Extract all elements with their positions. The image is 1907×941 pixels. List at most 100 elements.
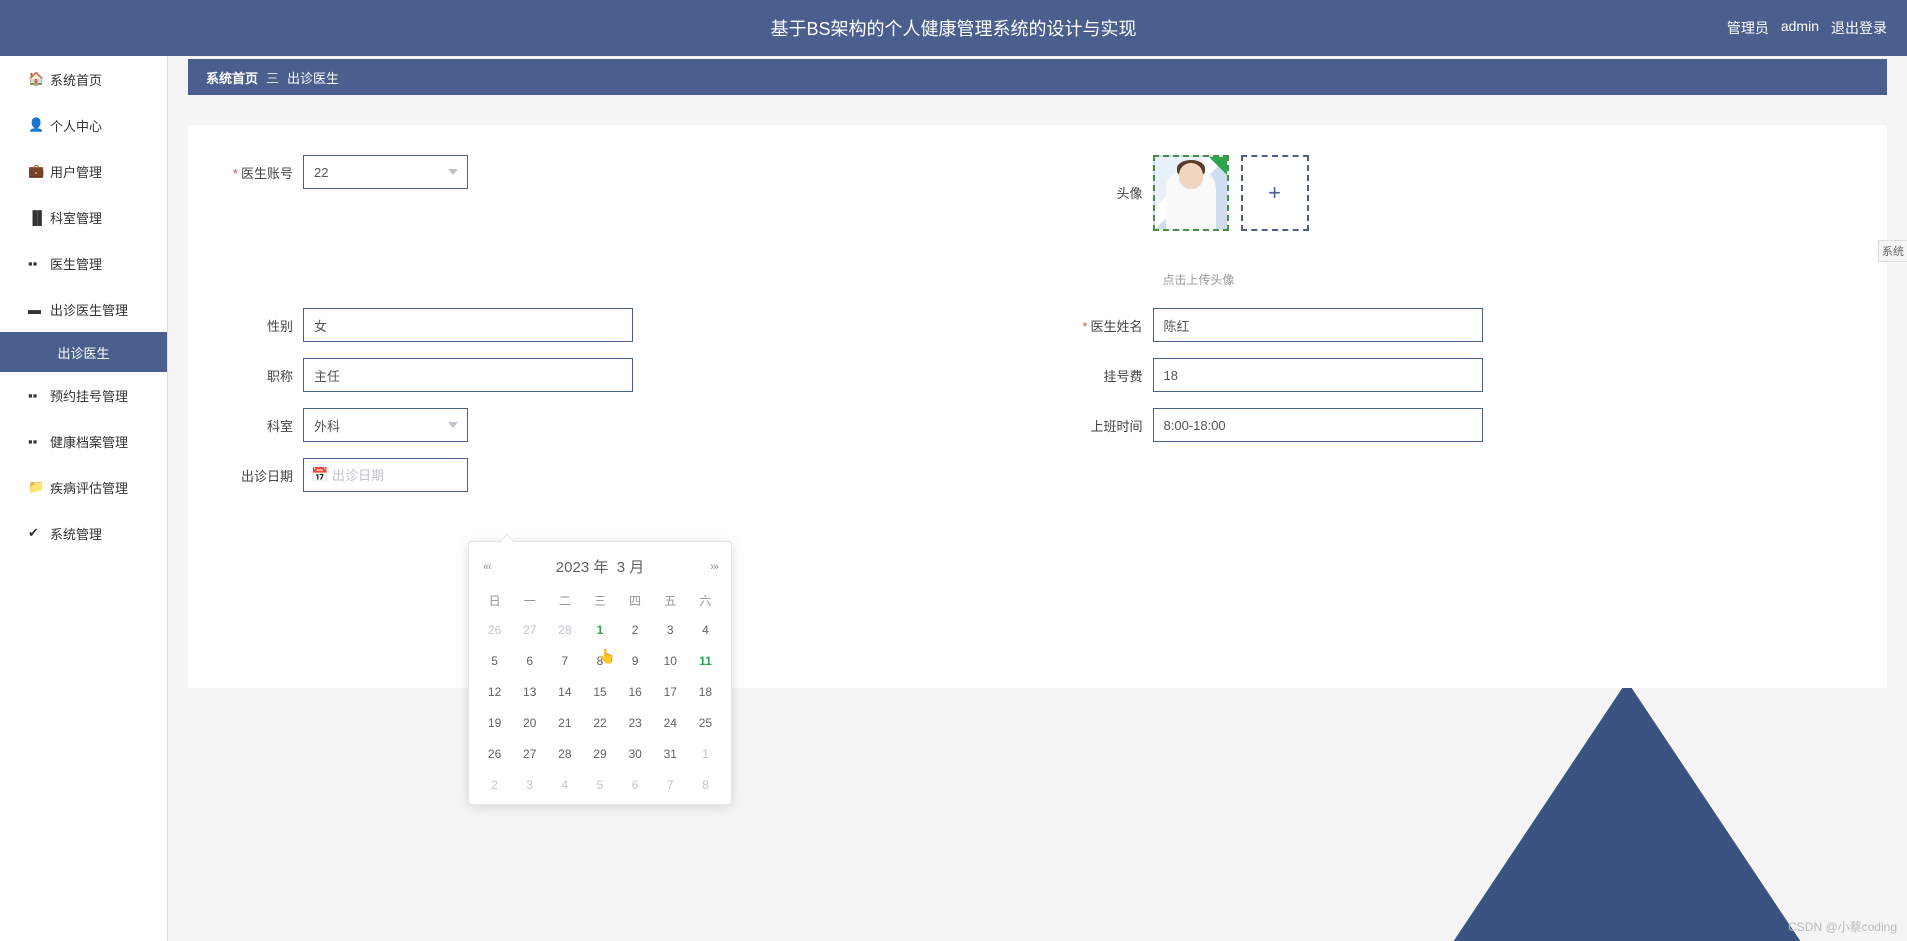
logout-link[interactable]: 退出登录 [1831,18,1887,38]
list-icon: ▐▌ [28,210,46,225]
dp-day[interactable]: 3 [653,614,688,645]
dp-day[interactable]: 19 [477,707,512,738]
label-doctor-account: *医生账号 [208,163,303,182]
dp-day[interactable]: 23 [618,707,653,738]
doctor-account-select[interactable] [303,155,468,189]
app-title: 基于BS架构的个人健康管理系统的设计与实现 [20,15,1887,41]
dp-next-year[interactable]: › » [710,561,717,573]
check-icon: ✔ [28,525,39,541]
dp-day[interactable]: 25 [688,707,723,738]
doctor-name-input[interactable] [1153,308,1483,342]
gender-input[interactable] [303,308,633,342]
sidebar-item-profile[interactable]: 👤个人中心 [0,102,167,148]
dp-prev-year[interactable]: « ‹ [483,561,490,573]
dp-title[interactable]: 2023 年 3 月 [556,556,644,577]
dp-weekday: 日 [477,587,512,614]
briefcase-icon: 💼 [28,163,44,179]
user-area: 管理员 admin 退出登录 [1727,18,1887,38]
dp-weekday: 四 [618,587,653,614]
user-role: 管理员 [1727,18,1769,38]
dp-day[interactable]: 7 [547,645,582,676]
calendar-icon: 📅 [311,467,328,484]
dp-day[interactable]: 22 [582,707,617,738]
dp-day[interactable]: 2 [618,614,653,645]
label-department: 科室 [208,416,303,435]
sidebar-item-doctor[interactable]: ▪▪医生管理 [0,240,167,286]
dp-day[interactable]: 18 [688,676,723,707]
app-header: 基于BS架构的个人健康管理系统的设计与实现 管理员 admin 退出登录 [0,0,1907,56]
dp-day[interactable]: 12 [477,676,512,707]
dp-day[interactable]: 4 [688,614,723,645]
dp-day[interactable]: 31 [653,738,688,769]
sidebar-item-health-record[interactable]: ▪▪健康档案管理 [0,418,167,464]
dp-day[interactable]: 27 [512,738,547,769]
breadcrumb: 系统首页 三 出诊医生 [188,59,1887,95]
folder-icon: 📁 [28,479,44,495]
dp-day[interactable]: 3 [512,769,547,800]
dp-weekday: 五 [653,587,688,614]
label-work-time: 上班时间 [1058,416,1153,435]
sidebar-item-dept[interactable]: ▐▌科室管理 [0,194,167,240]
sidebar-item-system[interactable]: ✔系统管理 [0,510,167,556]
home-icon: 🏠 [28,71,44,87]
dp-day[interactable]: 11 [688,645,723,676]
sidebar-item-disease[interactable]: 📁疾病评估管理 [0,464,167,510]
sidebar-item-appointment[interactable]: ▪▪预约挂号管理 [0,372,167,418]
label-fee: 挂号费 [1058,366,1153,385]
sidebar: 🏠系统首页 👤个人中心 💼用户管理 ▐▌科室管理 ▪▪医生管理 ▬出诊医生管理 … [0,56,168,941]
dp-day[interactable]: 30 [618,738,653,769]
dp-day[interactable]: 5 [582,769,617,800]
label-title: 职称 [208,366,303,385]
dp-day[interactable]: 9 [618,645,653,676]
dp-calendar-table: 日一二三四五六 26272812345678910111213141516171… [477,587,723,800]
dp-weekday: 三 [582,587,617,614]
fee-input[interactable] [1153,358,1483,392]
dp-day[interactable]: 15 [582,676,617,707]
dp-day[interactable]: 1 [688,738,723,769]
dp-day[interactable]: 7 [653,769,688,800]
watermark: CSDN @小蔡coding [1788,918,1897,935]
dp-day[interactable]: 6 [512,645,547,676]
dp-day[interactable]: 16 [618,676,653,707]
dp-weekday: 二 [547,587,582,614]
side-tab[interactable]: 系统 [1878,240,1907,262]
label-doctor-name: *医生姓名 [1058,316,1153,335]
dp-day[interactable]: 24 [653,707,688,738]
dp-day[interactable]: 4 [547,769,582,800]
dp-day[interactable]: 20 [512,707,547,738]
datepicker-popup: « ‹ 2023 年 3 月 › » 日一二三四五六 2627281234567… [468,541,732,805]
dp-day[interactable]: 17 [653,676,688,707]
dp-weekday: 六 [688,587,723,614]
dp-day[interactable]: 28 [547,738,582,769]
dp-day[interactable]: 1 [582,614,617,645]
label-visit-date: 出诊日期 [208,466,303,485]
dp-day[interactable]: 8 [582,645,617,676]
dp-day[interactable]: 6 [618,769,653,800]
dp-day[interactable]: 14 [547,676,582,707]
dp-day[interactable]: 27 [512,614,547,645]
dp-day[interactable]: 26 [477,738,512,769]
avatar-upload-button[interactable]: + [1241,155,1309,231]
title-input[interactable] [303,358,633,392]
dp-day[interactable]: 2 [477,769,512,800]
dp-day[interactable]: 26 [477,614,512,645]
work-time-input[interactable] [1153,408,1483,442]
sidebar-item-visit-doctor[interactable]: ▬出诊医生管理 [0,286,167,332]
avatar-preview[interactable] [1153,155,1229,231]
sidebar-subitem-visit-doctor[interactable]: 出诊医生 [0,332,167,372]
sidebar-item-home[interactable]: 🏠系统首页 [0,56,167,102]
dp-day[interactable]: 5 [477,645,512,676]
form-panel: *医生账号 头像 [188,125,1887,688]
breadcrumb-home[interactable]: 系统首页 [206,68,258,87]
sidebar-item-users[interactable]: 💼用户管理 [0,148,167,194]
user-name[interactable]: admin [1781,18,1819,38]
dp-day[interactable]: 10 [653,645,688,676]
main-content: 系统首页 三 出诊医生 *医生账号 头像 [168,56,1907,941]
dp-day[interactable]: 8 [688,769,723,800]
dp-day[interactable]: 28 [547,614,582,645]
department-select[interactable] [303,408,468,442]
dp-day[interactable]: 29 [582,738,617,769]
dp-day[interactable]: 13 [512,676,547,707]
breadcrumb-current: 出诊医生 [287,68,339,87]
dp-day[interactable]: 21 [547,707,582,738]
